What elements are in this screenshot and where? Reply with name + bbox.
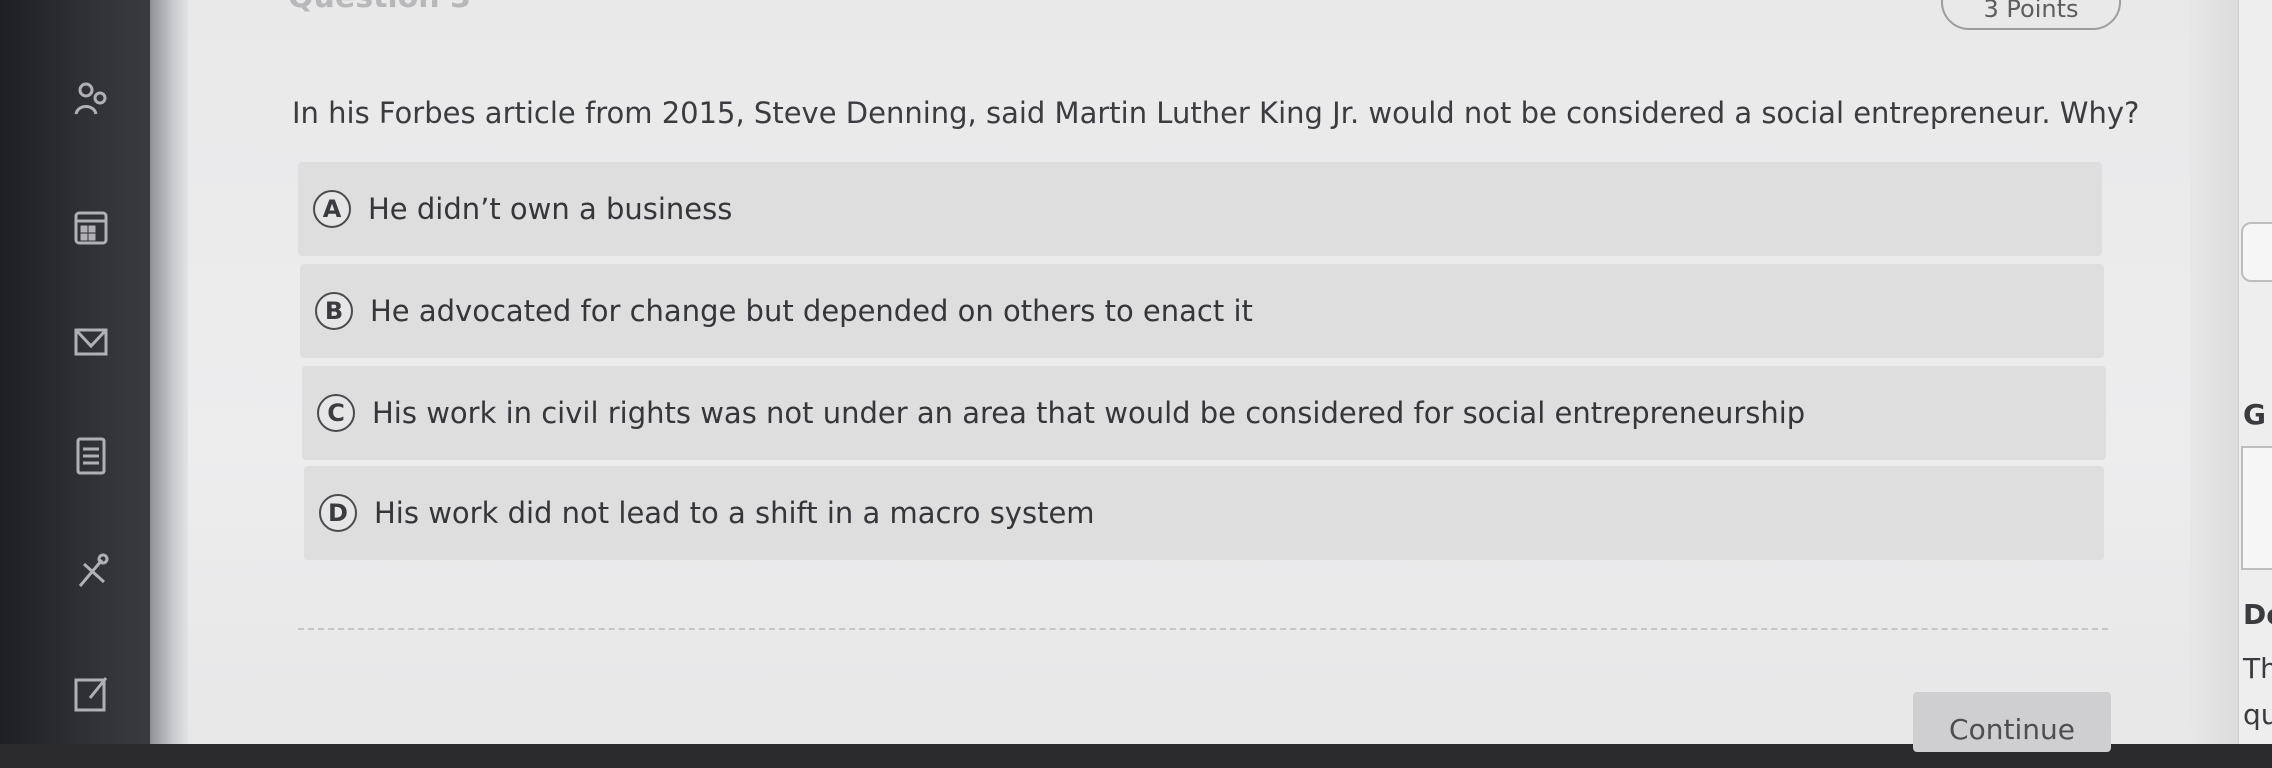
sidebar-edge (150, 0, 188, 744)
right-side-panel: G De Th qu (2238, 0, 2272, 744)
document-icon[interactable] (72, 435, 112, 475)
right-panel-text-qu: qu (2243, 698, 2272, 731)
option-letter-badge: C (317, 394, 355, 432)
panel-gap (2190, 0, 2238, 744)
points-badge: 3 Points (1941, 0, 2121, 30)
question-panel: Question 3 3 Points In his Forbes articl… (188, 0, 2238, 752)
people-icon[interactable] (72, 78, 112, 118)
continue-button[interactable]: Continue (1913, 692, 2111, 752)
section-divider (298, 628, 2108, 630)
right-panel-heading-de: De (2243, 598, 2272, 631)
option-text: His work did not lead to a shift in a ma… (374, 496, 1095, 530)
left-sidebar (0, 0, 150, 744)
calendar-icon[interactable] (72, 205, 112, 245)
collapse-toggle-icon[interactable] (2241, 222, 2272, 282)
answer-option-a[interactable]: A He didn’t own a business (298, 162, 2102, 256)
option-letter-badge: D (319, 494, 357, 532)
answer-option-b[interactable]: B He advocated for change but depended o… (300, 264, 2104, 358)
question-prompt: In his Forbes article from 2015, Steve D… (292, 96, 2140, 130)
answer-option-d[interactable]: D His work did not lead to a shift in a … (304, 466, 2104, 560)
option-text: He didn’t own a business (368, 192, 733, 226)
mail-icon[interactable] (72, 322, 112, 362)
question-heading: Question 3 (288, 0, 471, 15)
tools-icon[interactable] (72, 550, 112, 590)
option-text: He advocated for change but depended on … (370, 294, 1253, 328)
right-panel-heading-g: G (2243, 398, 2266, 431)
option-letter-badge: A (313, 190, 351, 228)
answer-option-c[interactable]: C His work in civil rights was not under… (302, 366, 2106, 460)
option-letter-badge: B (315, 292, 353, 330)
right-panel-text-th: Th (2243, 652, 2272, 685)
edit-icon[interactable] (72, 672, 112, 712)
right-panel-box (2241, 446, 2272, 570)
option-text: His work in civil rights was not under a… (372, 396, 1806, 430)
